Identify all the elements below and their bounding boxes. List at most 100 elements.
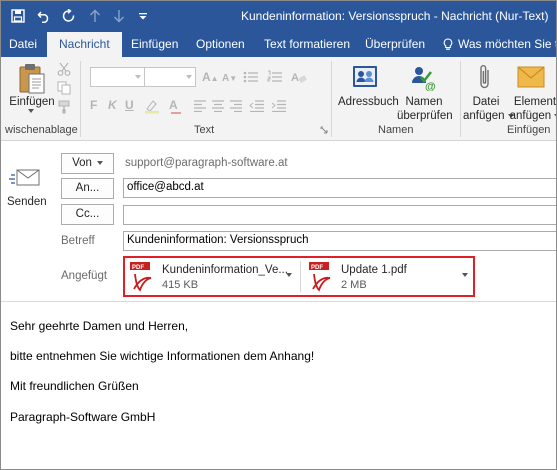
addressbook-button[interactable] [351, 63, 379, 91]
text-dialog-launcher-icon[interactable] [320, 123, 328, 137]
header-divider [1, 301, 556, 302]
cc-label: Cc... [75, 208, 100, 220]
text-group-label: Text [194, 124, 215, 136]
arrow-down-icon[interactable] [111, 7, 127, 25]
from-address: support@paragraph-software.at [125, 157, 288, 169]
decrease-indent-icon[interactable] [249, 100, 265, 115]
from-dropdown-icon [96, 160, 103, 165]
attachment-dropdown-icon[interactable] [462, 273, 468, 277]
addressbook-label: Adressbuch [338, 96, 399, 108]
font-size-combo[interactable] [144, 67, 196, 87]
group-separator [80, 61, 81, 137]
paste-dropdown-icon[interactable] [28, 109, 34, 113]
highlight-icon[interactable] [144, 98, 160, 117]
names-group-label: Namen [378, 124, 414, 136]
check-names-button[interactable]: @ [409, 63, 437, 93]
check-names-label-line2: überprüfen [397, 110, 453, 122]
tab-insert[interactable]: Einfügen [129, 32, 180, 57]
copy-icon[interactable] [57, 81, 71, 98]
numbering-icon[interactable] [267, 70, 283, 87]
attach-file-label-line2: anfügen [463, 110, 505, 122]
pdf-icon: PDF [130, 262, 152, 292]
cc-button[interactable]: Cc... [61, 204, 114, 225]
body-line: Sehr geehrte Damen und Herren, [10, 319, 189, 333]
customize-qat-icon[interactable] [136, 7, 150, 25]
to-button[interactable]: An... [61, 178, 114, 199]
font-name-combo[interactable] [90, 67, 145, 87]
tell-me-box[interactable]: Was möchten Sie tun? [441, 32, 556, 57]
attach-file-button[interactable] [475, 63, 495, 93]
italic-icon[interactable]: K [108, 97, 117, 113]
pdf-icon: PDF [309, 262, 331, 292]
to-field[interactable]: office@abcd.at [123, 178, 556, 198]
tab-review[interactable]: Überprüfen [363, 32, 427, 57]
tab-message[interactable]: Nachricht [47, 32, 122, 57]
clipboard-icon [19, 64, 45, 94]
svg-text:@: @ [425, 81, 436, 91]
tell-me-text: Was möchten Sie tun? [458, 37, 556, 51]
attachment-size: 2 MB [341, 279, 367, 291]
grow-font-icon[interactable]: A▲ [202, 69, 219, 87]
undo-icon[interactable] [35, 7, 53, 25]
cc-field[interactable] [123, 205, 556, 225]
check-names-label: Namen überprüfen [397, 95, 453, 123]
body-line: Mit freundlichen Grüßen [10, 379, 139, 393]
attachment-name: Update 1.pdf [341, 264, 407, 276]
clear-formatting-icon[interactable]: A [291, 70, 307, 87]
attach-file-label-line1: Datei [472, 96, 500, 108]
align-center-icon[interactable] [211, 100, 225, 115]
align-left-icon[interactable] [193, 100, 207, 115]
svg-text:A: A [291, 72, 299, 84]
ribbon: Einfügen wischenablage A▲ A▼ A F K U A T… [1, 57, 557, 141]
check-names-icon: @ [412, 67, 436, 93]
increase-indent-icon[interactable] [271, 100, 287, 115]
attachment-dropdown-icon[interactable] [286, 273, 292, 277]
send-label: Senden [7, 196, 47, 208]
underline-icon[interactable]: U [125, 97, 134, 113]
subject-field[interactable]: Kundeninformation: Versionsspruch [123, 231, 556, 251]
bold-icon[interactable]: F [90, 97, 97, 113]
tab-options[interactable]: Optionen [194, 32, 247, 57]
svg-text:PDF: PDF [132, 265, 144, 271]
clipboard-group-label: wischenablage [5, 124, 78, 136]
from-label: Von [72, 157, 92, 169]
attachment-item[interactable]: PDF Update 1.pdf 2 MB [305, 259, 471, 294]
font-color-icon[interactable]: A [169, 97, 178, 113]
align-right-icon[interactable] [229, 100, 243, 115]
bullets-icon[interactable] [243, 70, 259, 87]
format-painter-icon[interactable] [57, 100, 71, 117]
shrink-font-icon[interactable]: A▼ [222, 69, 237, 87]
attached-label: Angefügt [61, 270, 108, 282]
attach-item-button[interactable] [516, 63, 546, 91]
paperclip-icon [480, 65, 489, 89]
ribbon-tabs: Datei Nachricht Einfügen Optionen Text f… [1, 32, 556, 57]
outlook-message-window: Kundeninformation: Versionsspruch - Nach… [0, 0, 557, 470]
addressbook-icon [353, 66, 377, 87]
arrow-up-icon[interactable] [87, 7, 103, 25]
paste-button[interactable] [17, 61, 47, 95]
tab-format-text[interactable]: Text formatieren [262, 32, 352, 57]
body-line: bitte entnehmen Sie wichtige Information… [10, 349, 315, 363]
attach-item-label-line2: anfügen [509, 110, 552, 122]
group-separator [331, 61, 332, 137]
lightbulb-icon [443, 38, 453, 50]
to-label: An... [75, 182, 100, 194]
check-names-label-line1: Namen [405, 96, 443, 108]
tab-file[interactable]: Datei [7, 32, 39, 57]
svg-text:PDF: PDF [311, 265, 323, 271]
font-color-bar [171, 112, 181, 114]
envelope-icon [517, 66, 545, 88]
attach-item-label-line1: Element [513, 96, 557, 108]
save-icon[interactable] [9, 7, 27, 25]
from-button[interactable]: Von [61, 153, 114, 174]
group-separator [460, 61, 461, 137]
paste-label: Einfügen [9, 96, 55, 108]
attach-file-label: Datei anfügen [463, 95, 514, 123]
attachment-separator [300, 261, 301, 292]
cut-icon[interactable] [57, 62, 71, 79]
attachments-highlight: PDF Kundeninformation_Ve... 415 KB PDF U… [123, 256, 475, 297]
attachment-item[interactable]: PDF Kundeninformation_Ve... 415 KB [126, 259, 298, 294]
attach-item-label: Element anfügen [509, 95, 557, 123]
attachment-name: Kundeninformation_Ve... [162, 264, 288, 276]
redo-icon[interactable] [60, 7, 78, 25]
